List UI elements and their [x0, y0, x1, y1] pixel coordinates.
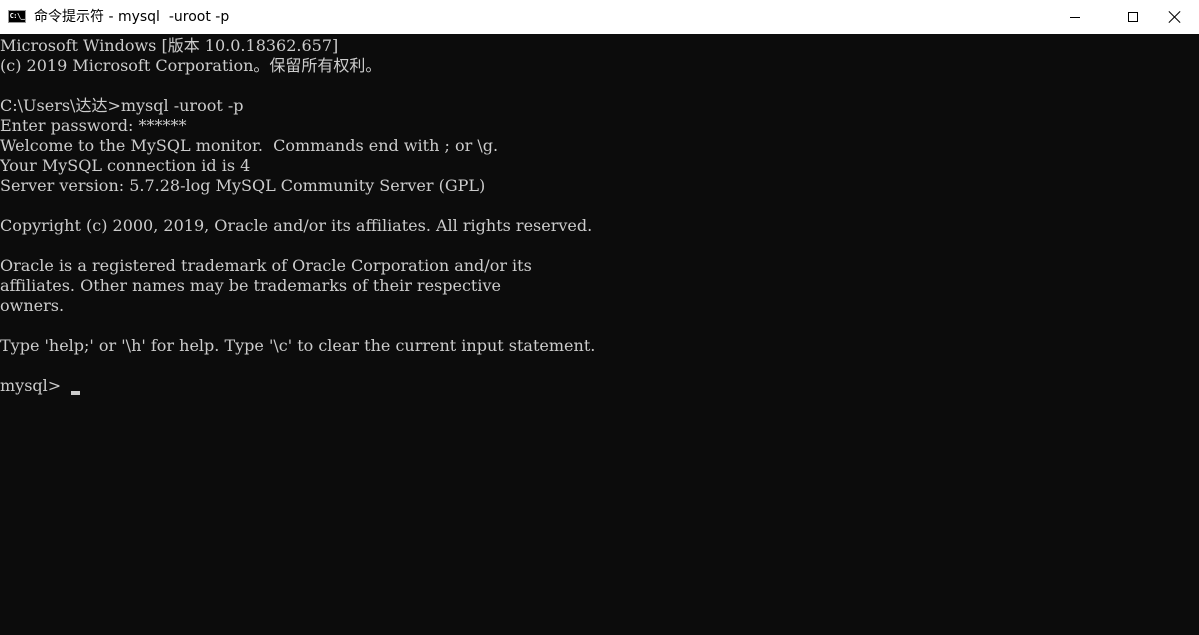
- cmd-window: C:\_ 命令提示符 - mysql -uroot -p Microsoft W…: [0, 0, 1199, 635]
- cmd-icon[interactable]: C:\_: [8, 10, 26, 23]
- mysql-prompt-line[interactable]: mysql>: [0, 376, 1199, 396]
- console-line: Enter password: ******: [0, 116, 187, 135]
- close-button[interactable]: [1150, 0, 1199, 34]
- console-line: Oracle is a registered trademark of Orac…: [0, 256, 532, 275]
- mysql-prompt: mysql>: [0, 376, 62, 395]
- cmd-icon-text: C:\_: [9, 12, 25, 20]
- console-output[interactable]: Microsoft Windows [版本 10.0.18362.657] (c…: [0, 36, 1199, 635]
- console-line: owners.: [0, 296, 65, 315]
- console-line: affiliates. Other names may be trademark…: [0, 276, 501, 295]
- title-bar[interactable]: C:\_ 命令提示符 - mysql -uroot -p: [0, 0, 1199, 34]
- console-line: Type 'help;' or '\h' for help. Type '\c'…: [0, 336, 596, 355]
- console-line: Welcome to the MySQL monitor. Commands e…: [0, 136, 499, 155]
- console-line: Microsoft Windows [版本 10.0.18362.657]: [0, 36, 339, 55]
- console-line: Your MySQL connection id is 4: [0, 156, 251, 175]
- console-line: (c) 2019 Microsoft Corporation。保留所有权利。: [0, 56, 382, 75]
- console-line: Copyright (c) 2000, 2019, Oracle and/or …: [0, 216, 593, 235]
- window-title: 命令提示符 - mysql -uroot -p: [34, 9, 230, 25]
- minimize-button[interactable]: [1046, 0, 1104, 34]
- console-line: Server version: 5.7.28-log MySQL Communi…: [0, 176, 486, 195]
- console-line: C:\Users\达达>mysql -uroot -p: [0, 96, 244, 115]
- minimize-icon: [1070, 16, 1080, 18]
- close-icon: [1168, 10, 1182, 24]
- maximize-icon: [1128, 12, 1138, 22]
- text-cursor: [71, 391, 81, 395]
